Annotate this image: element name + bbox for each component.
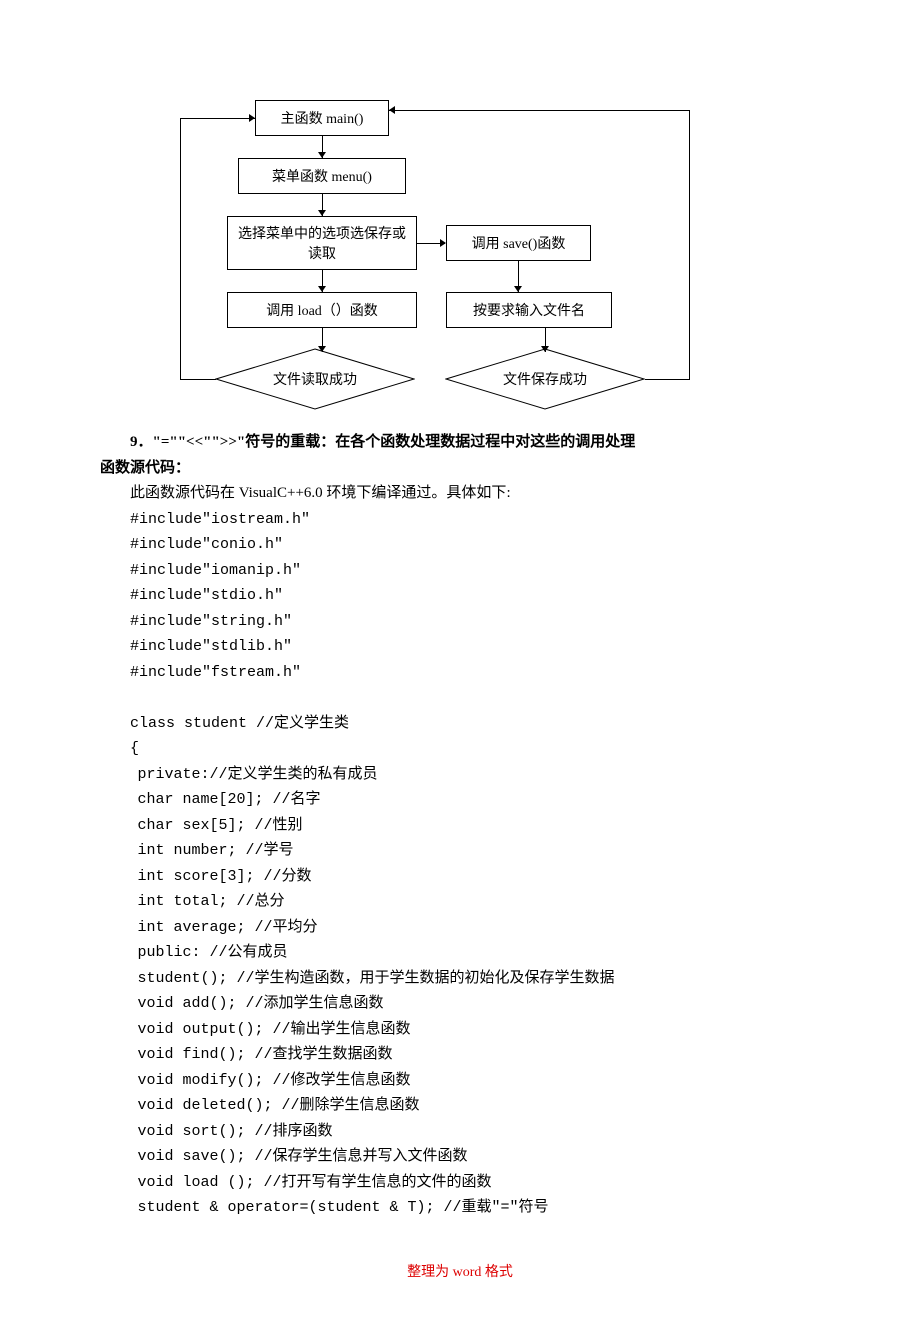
fc-read-ok-text: 文件读取成功 — [215, 348, 415, 410]
fc-save: 调用 save()函数 — [446, 225, 591, 261]
code-line: #include"conio.h" — [100, 532, 820, 558]
fc-filename: 按要求输入文件名 — [446, 292, 612, 328]
fc-read-ok: 文件读取成功 — [215, 348, 415, 410]
code-line: int average; //平均分 — [100, 915, 820, 941]
fc-save-ok: 文件保存成功 — [445, 348, 645, 410]
code-line: void add(); //添加学生信息函数 — [100, 991, 820, 1017]
code-line: int number; //学号 — [100, 838, 820, 864]
code-line: #include"iomanip.h" — [100, 558, 820, 584]
code-line: void sort(); //排序函数 — [100, 1119, 820, 1145]
code-line: #include"stdlib.h" — [100, 634, 820, 660]
fc-save-ok-text: 文件保存成功 — [445, 348, 645, 410]
code-line: #include"stdio.h" — [100, 583, 820, 609]
section-heading-2: 函数源代码： — [100, 456, 820, 482]
code-line: char name[20]; //名字 — [100, 787, 820, 813]
code-line: int total; //总分 — [100, 889, 820, 915]
flowchart: 主函数 main() 菜单函数 menu() 选择菜单中的选项选保存或读取 调用… — [100, 100, 820, 410]
code-line: private://定义学生类的私有成员 — [100, 762, 820, 788]
code-line: public: //公有成员 — [100, 940, 820, 966]
footer-text: 整理为 word 格式 — [100, 1261, 820, 1281]
code-line: #include"fstream.h" — [100, 660, 820, 686]
code-line: { — [100, 736, 820, 762]
fc-select: 选择菜单中的选项选保存或读取 — [227, 216, 417, 270]
code-line — [100, 685, 820, 711]
code-line: #include"iostream.h" — [100, 507, 820, 533]
code-line: student & operator=(student & T); //重载"=… — [100, 1195, 820, 1221]
intro-line: 此函数源代码在 VisualC++6.0 环境下编译通过。具体如下: — [100, 481, 820, 507]
code-line: char sex[5]; //性别 — [100, 813, 820, 839]
code-line: student(); //学生构造函数，用于学生数据的初始化及保存学生数据 — [100, 966, 820, 992]
code-line: void find(); //查找学生数据函数 — [100, 1042, 820, 1068]
code-line: int score[3]; //分数 — [100, 864, 820, 890]
code-line: class student //定义学生类 — [100, 711, 820, 737]
code-line: void output(); //输出学生信息函数 — [100, 1017, 820, 1043]
fc-main: 主函数 main() — [255, 100, 389, 136]
fc-menu: 菜单函数 menu() — [238, 158, 406, 194]
fc-load: 调用 load（）函数 — [227, 292, 417, 328]
code-line: #include"string.h" — [100, 609, 820, 635]
code-line: void deleted(); //删除学生信息函数 — [100, 1093, 820, 1119]
code-line: void save(); //保存学生信息并写入文件函数 — [100, 1144, 820, 1170]
code-line: void load (); //打开写有学生信息的文件的函数 — [100, 1170, 820, 1196]
code-line: void modify(); //修改学生信息函数 — [100, 1068, 820, 1094]
section-heading: 9．"=""<<"">>"符号的重载：在各个函数处理数据过程中对这些的调用处理 — [100, 430, 820, 456]
